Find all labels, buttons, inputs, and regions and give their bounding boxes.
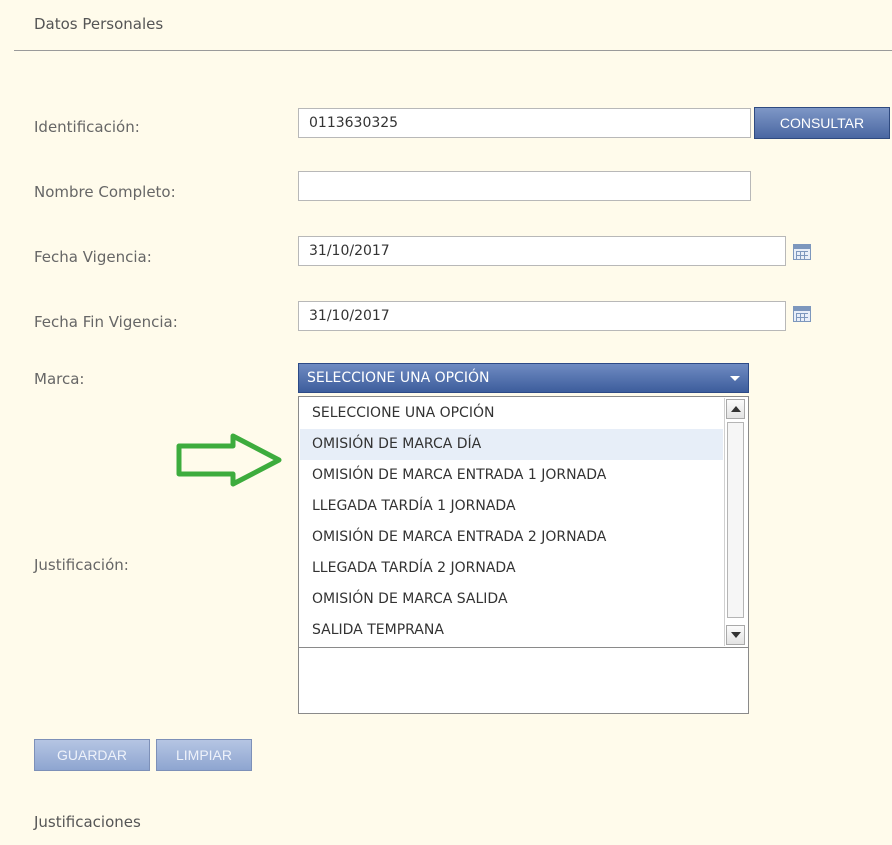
- consultar-button[interactable]: CONSULTAR: [754, 107, 890, 139]
- dropdown-scrollbar[interactable]: [724, 398, 747, 646]
- dropdown-option[interactable]: LLEGADA TARDÍA 2 JORNADA: [300, 553, 723, 584]
- nombre-label: Nombre Completo:: [34, 183, 176, 201]
- scroll-down-button[interactable]: [726, 625, 745, 645]
- scroll-up-button[interactable]: [726, 399, 745, 419]
- dropdown-option[interactable]: OMISIÓN DE MARCA SALIDA: [300, 584, 723, 615]
- calendar-icon[interactable]: [793, 306, 811, 322]
- nombre-input[interactable]: [298, 171, 751, 201]
- dropdown-option[interactable]: OMISIÓN DE MARCA DÍA: [300, 429, 723, 460]
- green-arrow-icon: [175, 432, 285, 492]
- guardar-button[interactable]: GUARDAR: [34, 739, 150, 771]
- fecha-vigencia-label: Fecha Vigencia:: [34, 248, 152, 266]
- marca-select[interactable]: SELECCIONE UNA OPCIÓN: [298, 363, 749, 393]
- dropdown-option[interactable]: SELECCIONE UNA OPCIÓN: [300, 398, 723, 429]
- justificacion-label: Justificación:: [34, 556, 129, 574]
- dropdown-option[interactable]: SALIDA TEMPRANA: [300, 615, 723, 646]
- section-divider: [14, 50, 892, 51]
- scroll-thumb[interactable]: [727, 422, 744, 618]
- fecha-vigencia-input[interactable]: 31/10/2017: [298, 236, 786, 266]
- dropdown-option[interactable]: OMISIÓN DE MARCA ENTRADA 2 JORNADA: [300, 522, 723, 553]
- dropdown-option[interactable]: LLEGADA TARDÍA 1 JORNADA: [300, 491, 723, 522]
- marca-dropdown-list[interactable]: SELECCIONE UNA OPCIÓN OMISIÓN DE MARCA D…: [298, 396, 749, 648]
- fecha-fin-vigencia-label: Fecha Fin Vigencia:: [34, 313, 178, 331]
- identificacion-input[interactable]: 0113630325: [298, 108, 751, 138]
- chevron-down-icon: [730, 376, 740, 381]
- justificaciones-title: Justificaciones: [34, 813, 141, 831]
- marca-selected-value: SELECCIONE UNA OPCIÓN: [307, 370, 490, 386]
- dropdown-option[interactable]: OMISIÓN DE MARCA ENTRADA 1 JORNADA: [300, 460, 723, 491]
- section-title: Datos Personales: [34, 15, 164, 33]
- limpiar-button[interactable]: LIMPIAR: [156, 739, 252, 771]
- marca-label: Marca:: [34, 370, 85, 388]
- calendar-icon[interactable]: [793, 244, 811, 260]
- fecha-fin-vigencia-input[interactable]: 31/10/2017: [298, 301, 786, 331]
- identificacion-label: Identificación:: [34, 118, 140, 136]
